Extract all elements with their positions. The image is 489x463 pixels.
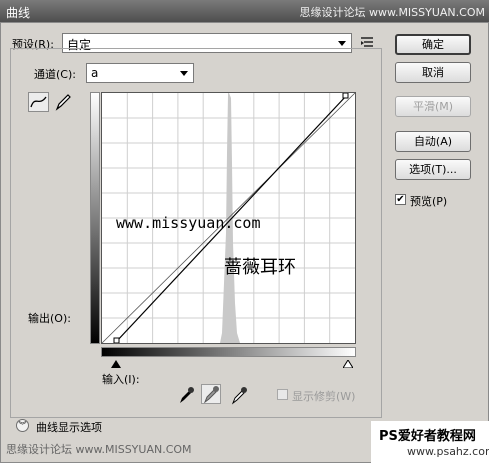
black-point-slider[interactable] [111,358,121,371]
watermark-line2: www.psahz.com [407,445,489,458]
input-label: 输入(I): [102,373,140,386]
cancel-button[interactable]: 取消 [395,62,471,83]
white-eyedropper-icon[interactable] [229,385,249,405]
white-point-slider[interactable] [342,358,354,371]
curve-point-black [113,337,120,344]
black-eyedropper-icon[interactable] [176,385,196,405]
channel-value: a [91,66,99,80]
show-clipping-checkbox[interactable] [277,389,288,400]
options-button[interactable]: 选项(T)... [395,159,471,180]
title-bar[interactable]: 曲线 思缘设计论坛 www.MISSYUAN.COM [0,0,489,22]
curve-display-options-label: 曲线显示选项 [36,421,102,434]
chevron-down-icon [180,71,188,76]
preview-checkbox[interactable]: ✔ [395,194,406,205]
channel-label: 通道(C): [34,68,76,81]
chevron-down-icon [338,41,346,46]
overlay-url-text: www.missyuan.com [116,214,261,232]
input-gradient-bar [101,347,356,357]
curve-point-white [342,92,349,99]
pencil-tool-icon[interactable] [54,92,72,115]
channel-select[interactable]: a [86,63,194,83]
curve-tool-icon [29,96,48,114]
preview-label: 预览(P) [410,195,448,208]
smooth-button[interactable]: 平滑(M) [395,96,471,117]
watermark-bottom-left: 思缘设计论坛 www.MISSYUAN.COM [6,443,192,456]
show-clipping-label: 显示修剪(W) [292,390,356,403]
watermark-line1: PS爱好者教程网 [379,429,476,444]
curve-tool-button[interactable] [28,92,49,112]
watermark-top: 思缘设计论坛 www.MISSYUAN.COM [299,6,485,19]
window-title: 曲线 [6,6,31,20]
watermark-bottom-right: PS爱好者教程网 www.psahz.com [371,421,489,463]
expand-chevron-icon: ︾ [18,421,27,430]
output-gradient-bar [90,92,100,344]
overlay-name-text: 蔷薇耳环 [224,257,296,278]
ok-button[interactable]: 确定 [395,34,471,55]
auto-button[interactable]: 自动(A) [395,131,471,152]
gray-eyedropper-icon[interactable] [201,384,221,404]
expand-button[interactable]: ︾ [16,419,29,432]
output-label: 输出(O): [28,312,71,325]
